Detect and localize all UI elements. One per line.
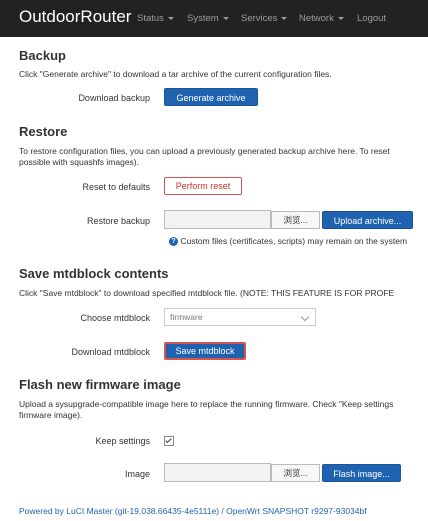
brand-title[interactable]: OutdoorRouter (19, 7, 131, 27)
restore-hint-text: Custom files (certificates, scripts) may… (180, 236, 408, 246)
nav-logout[interactable]: Logout (357, 13, 386, 24)
mtd-title: Save mtdblock contents (19, 266, 169, 281)
backup-title: Backup (19, 48, 66, 63)
perform-reset-button[interactable]: Perform reset (164, 177, 242, 195)
chevron-down-icon (300, 312, 310, 322)
mtdblock-select-value: firmware (170, 312, 203, 322)
top-navbar: OutdoorRouter Status System Services Net… (0, 0, 428, 37)
nav-network-label: Network (299, 13, 334, 24)
restore-browse-button[interactable]: 浏览... (271, 211, 320, 229)
restore-hint: ? Custom files (certificates, scripts) m… (169, 236, 408, 247)
nav-system[interactable]: System (187, 13, 229, 24)
upload-archive-button[interactable]: Upload archive... (322, 211, 413, 229)
chevron-down-icon (281, 16, 288, 20)
download-backup-label: Download backup (78, 93, 150, 103)
footer-link[interactable]: Powered by LuCI Master (git-19.038.66435… (19, 506, 367, 516)
save-mtdblock-button[interactable]: Save mtdblock (164, 342, 246, 360)
nav-status[interactable]: Status (137, 13, 174, 24)
restore-description-line2: possible with squashfs images). (19, 157, 140, 167)
chevron-down-icon (167, 16, 174, 20)
image-file-input[interactable] (164, 463, 271, 482)
choose-mtdblock-label: Choose mtdblock (80, 313, 150, 323)
nav-services-label: Services (241, 13, 278, 24)
mtd-description: Click "Save mtdblock" to download specif… (19, 288, 395, 298)
info-icon: ? (169, 237, 178, 247)
flash-description-line2: firmware image). (19, 410, 83, 420)
nav-services[interactable]: Services (241, 13, 288, 24)
flash-image-button[interactable]: Flash image... (322, 464, 401, 482)
nav-status-label: Status (137, 13, 164, 24)
restore-description-line1: To restore configuration files, you can … (19, 146, 390, 156)
chevron-down-icon (222, 16, 229, 20)
image-browse-button[interactable]: 浏览... (271, 464, 320, 482)
nav-network[interactable]: Network (299, 13, 344, 24)
check-icon (165, 436, 172, 444)
restore-file-input[interactable] (164, 210, 271, 229)
generate-archive-button[interactable]: Generate archive (164, 88, 258, 106)
keep-settings-label: Keep settings (95, 436, 150, 446)
restore-backup-label: Restore backup (86, 216, 150, 226)
download-mtdblock-label: Download mtdblock (71, 347, 150, 357)
keep-settings-checkbox[interactable] (164, 436, 174, 446)
mtdblock-select[interactable]: firmware (164, 308, 316, 326)
restore-title: Restore (19, 124, 68, 139)
flash-description-line1: Upload a sysupgrade-compatible image her… (19, 399, 394, 409)
chevron-down-icon (337, 16, 344, 20)
flash-title: Flash new firmware image (19, 377, 181, 392)
backup-description: Click "Generate archive" to download a t… (19, 69, 332, 79)
image-label: Image (124, 469, 150, 479)
nav-system-label: System (187, 13, 219, 24)
reset-defaults-label: Reset to defaults (82, 182, 150, 192)
